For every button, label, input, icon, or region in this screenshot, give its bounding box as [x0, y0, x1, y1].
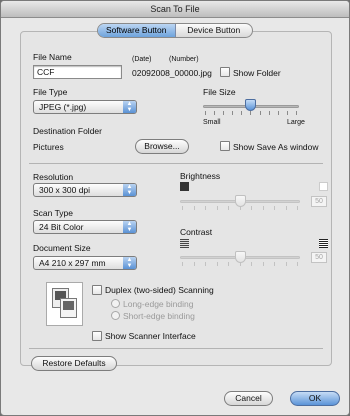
short-edge-label: Short-edge binding: [123, 311, 195, 321]
window-title: Scan To File: [150, 4, 200, 14]
brightness-slider-thumb[interactable]: [235, 195, 246, 207]
document-size-select[interactable]: A4 210 x 297 mm ▲ ▼: [33, 256, 137, 270]
long-edge-radio[interactable]: [111, 299, 120, 308]
resolution-label: Resolution: [33, 172, 74, 182]
section-divider: [29, 348, 323, 349]
low-contrast-icon: [180, 239, 189, 248]
title-bar[interactable]: Scan To File: [1, 1, 349, 18]
brightness-label: Brightness: [180, 171, 221, 181]
contrast-value[interactable]: 50: [311, 252, 327, 263]
filename-preview: 02092008_00000.jpg: [132, 68, 212, 78]
tab-device-button[interactable]: Device Button: [176, 24, 253, 37]
restore-defaults-button[interactable]: Restore Defaults: [31, 356, 117, 371]
file-size-large-label: Large: [287, 119, 305, 126]
duplex-preview-icon: [46, 282, 83, 326]
show-save-as-label: Show Save As window: [233, 142, 319, 152]
scan-to-file-window: Scan To File Software Button Device Butt…: [0, 0, 350, 416]
long-edge-label: Long-edge binding: [123, 299, 194, 309]
file-type-select[interactable]: JPEG (*.jpg) ▲ ▼: [33, 100, 137, 114]
short-edge-radio[interactable]: [111, 311, 120, 320]
cancel-button[interactable]: Cancel: [224, 391, 273, 406]
number-label: (Number): [169, 56, 199, 63]
file-size-ticks: [205, 111, 297, 115]
scan-type-label: Scan Type: [33, 208, 74, 218]
contrast-slider-thumb[interactable]: [235, 251, 246, 263]
scan-type-select[interactable]: 24 Bit Color ▲ ▼: [33, 220, 137, 234]
file-type-label: File Type: [33, 87, 68, 97]
popup-arrows-icon: ▲ ▼: [123, 101, 136, 113]
show-scanner-interface-label: Show Scanner Interface: [105, 331, 196, 341]
popup-arrows-icon: ▲ ▼: [123, 184, 136, 196]
file-type-value: JPEG (*.jpg): [39, 102, 87, 112]
resolution-select[interactable]: 300 x 300 dpi ▲ ▼: [33, 183, 137, 197]
popup-arrows-icon: ▲ ▼: [123, 221, 136, 233]
file-size-small-label: Small: [203, 119, 221, 126]
dark-square-icon: [180, 182, 189, 191]
resolution-value: 300 x 300 dpi: [39, 185, 91, 195]
light-square-icon: [319, 182, 328, 191]
document-size-value: A4 210 x 297 mm: [39, 258, 106, 268]
show-folder-label: Show Folder: [233, 68, 281, 78]
date-label: (Date): [132, 56, 152, 63]
destination-folder-value: Pictures: [33, 142, 64, 152]
duplex-checkbox[interactable]: [92, 285, 102, 295]
section-divider: [29, 163, 323, 164]
scan-type-value: 24 Bit Color: [39, 222, 84, 232]
document-size-label: Document Size: [33, 243, 91, 253]
brightness-value[interactable]: 50: [311, 196, 327, 207]
button-mode-tabs: Software Button Device Button: [97, 23, 253, 38]
contrast-label: Contrast: [180, 227, 213, 237]
duplex-label: Duplex (two-sided) Scanning: [105, 285, 214, 295]
show-folder-checkbox[interactable]: [220, 67, 230, 77]
ok-button[interactable]: OK: [290, 391, 340, 406]
tab-software-button[interactable]: Software Button: [98, 24, 176, 37]
popup-arrows-icon: ▲ ▼: [123, 257, 136, 269]
file-size-label: File Size: [203, 87, 236, 97]
file-name-label: File Name: [33, 52, 72, 62]
browse-button[interactable]: Browse...: [135, 139, 189, 154]
file-size-slider-thumb[interactable]: [245, 99, 256, 111]
show-save-as-checkbox[interactable]: [220, 141, 230, 151]
show-scanner-interface-checkbox[interactable]: [92, 331, 102, 341]
high-contrast-icon: [319, 239, 328, 248]
destination-folder-label: Destination Folder: [33, 126, 102, 136]
file-name-input[interactable]: CCF: [33, 65, 122, 79]
